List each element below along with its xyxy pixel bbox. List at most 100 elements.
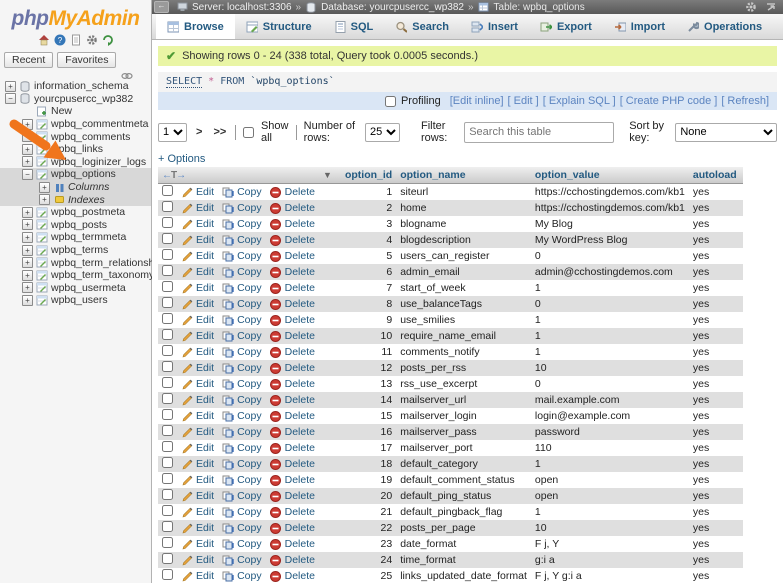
row-delete-link[interactable]: Delete xyxy=(285,266,315,278)
row-checkbox[interactable] xyxy=(162,393,173,404)
row-edit-link[interactable]: Edit xyxy=(196,346,214,358)
row-delete-link[interactable]: Delete xyxy=(285,362,315,374)
row-checkbox[interactable] xyxy=(162,537,173,548)
row-copy-link[interactable]: Copy xyxy=(237,378,262,390)
tab-operations[interactable]: Operations xyxy=(676,14,773,39)
row-checkbox[interactable] xyxy=(162,521,173,532)
sidebar-item-wpbq_postmeta[interactable]: +wpbq_postmeta xyxy=(0,206,151,219)
row-edit-link[interactable]: Edit xyxy=(196,490,214,502)
row-delete-link[interactable]: Delete xyxy=(285,522,315,534)
collapse-toggle-icon[interactable]: − xyxy=(5,93,16,104)
row-checkbox[interactable] xyxy=(162,265,173,276)
sidebar-item-wpbq_links[interactable]: +wpbq_links xyxy=(0,143,151,156)
row-edit-link[interactable]: Edit xyxy=(196,474,214,486)
profiling-link-3[interactable]: [ Create PHP code ] xyxy=(620,95,718,107)
row-copy-link[interactable]: Copy xyxy=(237,298,262,310)
row-delete-link[interactable]: Delete xyxy=(285,506,315,518)
row-copy-link[interactable]: Copy xyxy=(237,330,262,342)
row-copy-link[interactable]: Copy xyxy=(237,522,262,534)
expand-window-icon[interactable] xyxy=(765,1,777,13)
favorites-button[interactable]: Favorites xyxy=(57,52,116,68)
row-copy-link[interactable]: Copy xyxy=(237,426,262,438)
sidebar-item-new[interactable]: +New xyxy=(0,105,151,118)
row-delete-link[interactable]: Delete xyxy=(285,442,315,454)
row-checkbox[interactable] xyxy=(162,233,173,244)
expand-toggle-icon[interactable]: + xyxy=(5,81,16,92)
sidebar-item-wpbq_usermeta[interactable]: +wpbq_usermeta xyxy=(0,282,151,295)
row-delete-link[interactable]: Delete xyxy=(285,570,315,582)
sort-by-key-select[interactable]: None xyxy=(675,123,777,142)
row-delete-link[interactable]: Delete xyxy=(285,458,315,470)
row-edit-link[interactable]: Edit xyxy=(196,458,214,470)
filter-rows-input[interactable] xyxy=(464,122,614,143)
row-edit-link[interactable]: Edit xyxy=(196,250,214,262)
sidebar-item-wpbq_term_relationships[interactable]: +wpbq_term_relationships xyxy=(0,256,151,269)
sidebar-item-wpbq_comments[interactable]: +wpbq_comments xyxy=(0,130,151,143)
row-edit-link[interactable]: Edit xyxy=(196,282,214,294)
row-copy-link[interactable]: Copy xyxy=(237,202,262,214)
row-copy-link[interactable]: Copy xyxy=(237,234,262,246)
row-checkbox[interactable] xyxy=(162,553,173,564)
expand-toggle-icon[interactable]: + xyxy=(22,156,33,167)
expand-toggle-icon[interactable]: + xyxy=(22,282,33,293)
row-edit-link[interactable]: Edit xyxy=(196,394,214,406)
breadcrumb-server-link[interactable]: Server: localhost:3306 xyxy=(192,2,292,13)
column-order-arrows-icon[interactable]: ←T→ xyxy=(162,170,185,181)
expand-toggle-icon[interactable]: + xyxy=(22,219,33,230)
profiling-link-2[interactable]: [ Explain SQL ] xyxy=(543,95,616,107)
collapse-toggle-icon[interactable]: − xyxy=(22,169,33,180)
sidebar-item-wpbq_commentmeta[interactable]: +wpbq_commentmeta xyxy=(0,118,151,131)
last-page-button[interactable]: >> xyxy=(211,126,228,138)
expand-toggle-icon[interactable]: + xyxy=(22,245,33,256)
tab-search[interactable]: Search xyxy=(384,14,460,39)
row-edit-link[interactable]: Edit xyxy=(196,266,214,278)
sort-caret-header[interactable]: ▼ xyxy=(319,167,341,184)
row-edit-link[interactable]: Edit xyxy=(196,330,214,342)
expand-toggle-icon[interactable]: + xyxy=(22,131,33,142)
row-delete-link[interactable]: Delete xyxy=(285,250,315,262)
row-checkbox[interactable] xyxy=(162,425,173,436)
row-delete-link[interactable]: Delete xyxy=(285,314,315,326)
row-checkbox[interactable] xyxy=(162,489,173,500)
row-copy-link[interactable]: Copy xyxy=(237,282,262,294)
row-copy-link[interactable]: Copy xyxy=(237,250,262,262)
expand-toggle-icon[interactable]: + xyxy=(22,207,33,218)
expand-toggle-icon[interactable]: + xyxy=(22,257,33,268)
row-edit-link[interactable]: Edit xyxy=(196,298,214,310)
row-copy-link[interactable]: Copy xyxy=(237,362,262,374)
row-edit-link[interactable]: Edit xyxy=(196,186,214,198)
row-delete-link[interactable]: Delete xyxy=(285,378,315,390)
row-checkbox[interactable] xyxy=(162,345,173,356)
profiling-link-4[interactable]: [ Refresh] xyxy=(721,95,769,107)
row-delete-link[interactable]: Delete xyxy=(285,490,315,502)
row-checkbox[interactable] xyxy=(162,217,173,228)
row-copy-link[interactable]: Copy xyxy=(237,506,262,518)
row-delete-link[interactable]: Delete xyxy=(285,346,315,358)
collapse-navigation-button[interactable]: ← xyxy=(154,1,169,13)
row-delete-link[interactable]: Delete xyxy=(285,234,315,246)
sidebar-item-wpbq_users[interactable]: +wpbq_users xyxy=(0,294,151,307)
column-header-option-value[interactable]: option_value xyxy=(531,167,689,184)
row-delete-link[interactable]: Delete xyxy=(285,186,315,198)
recent-button[interactable]: Recent xyxy=(4,52,53,68)
page-select[interactable]: 1 xyxy=(158,123,187,142)
sidebar-item-columns[interactable]: +Columns xyxy=(0,181,151,194)
sidebar-item-wpbq_loginizer_logs[interactable]: +wpbq_loginizer_logs xyxy=(0,156,151,169)
settings-gear-icon[interactable] xyxy=(86,34,98,46)
row-checkbox[interactable] xyxy=(162,185,173,196)
breadcrumb-database-link[interactable]: Database: yourcpusercc_wp382 xyxy=(321,2,464,13)
row-copy-link[interactable]: Copy xyxy=(237,346,262,358)
row-delete-link[interactable]: Delete xyxy=(285,218,315,230)
reload-navigation-icon[interactable] xyxy=(102,34,114,46)
row-edit-link[interactable]: Edit xyxy=(196,218,214,230)
sidebar-item-wpbq_posts[interactable]: +wpbq_posts xyxy=(0,219,151,232)
row-checkbox[interactable] xyxy=(162,569,173,580)
sidebar-item-yourcpusercc_wp382[interactable]: −yourcpusercc_wp382 xyxy=(0,93,151,106)
row-delete-link[interactable]: Delete xyxy=(285,282,315,294)
sql-select-keyword[interactable]: SELECT xyxy=(166,76,202,88)
row-copy-link[interactable]: Copy xyxy=(237,394,262,406)
row-checkbox[interactable] xyxy=(162,377,173,388)
sidebar-item-information_schema[interactable]: +information_schema xyxy=(0,80,151,93)
docs-icon[interactable] xyxy=(70,34,82,46)
row-checkbox[interactable] xyxy=(162,201,173,212)
